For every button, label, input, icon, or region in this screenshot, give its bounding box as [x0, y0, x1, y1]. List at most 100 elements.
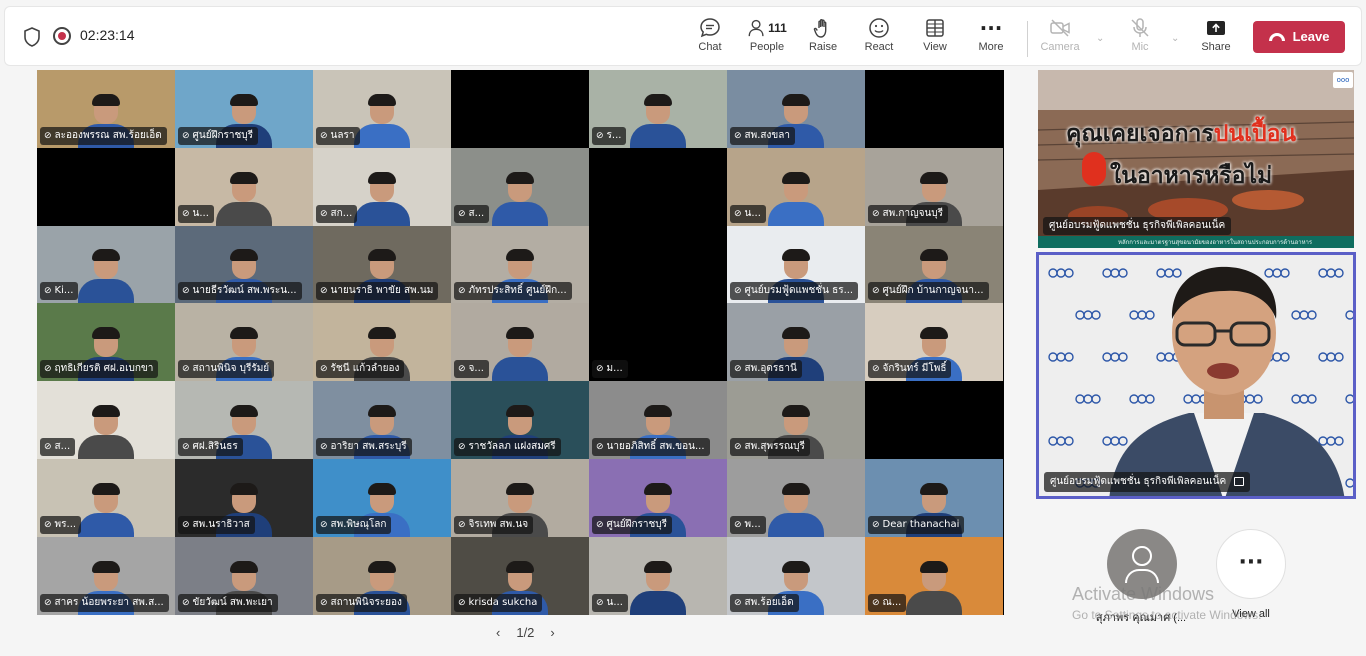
prev-page-button[interactable]: ‹	[496, 625, 500, 640]
active-speaker-video[interactable]: ศูนย์อบรมฟู้ดแพชชั่น ธุรกิจพีเพิลคอนเน็ค	[1036, 252, 1356, 499]
participant-figure	[766, 171, 826, 226]
mic-button[interactable]: Mic	[1113, 15, 1167, 61]
raise-hand-button[interactable]: Raise	[796, 15, 850, 61]
participant-tile[interactable]	[865, 381, 1003, 459]
participant-tile[interactable]: ⊘ นายอภิสิทธิ์ สพ.ขอน...	[589, 381, 727, 459]
grid-view-icon	[908, 15, 962, 41]
mic-muted-icon: ⊘	[596, 130, 604, 141]
participant-name: สพ.สุพรรณบุรี	[744, 440, 805, 452]
more-label: More	[978, 41, 1004, 53]
participant-tile[interactable]: ⊘ ศูนย์บรมฟู้ดแพชชั่น ธร...	[727, 225, 865, 304]
shield-icon[interactable]	[23, 27, 41, 47]
participant-name: ส...	[54, 440, 71, 452]
participant-name: ฤทธิเกียรติ ศฝ.อเบกขา	[54, 363, 154, 375]
participant-name-tag: ⊘ อาริยา สพ.สระบุรี	[316, 437, 412, 456]
mic-muted-icon: ⊘	[44, 130, 52, 141]
mic-muted-icon: ⊘	[320, 130, 328, 141]
participant-name-tag: ⊘ พ...	[730, 515, 766, 534]
participant-name-tag: ⊘ จักรินทร์ มีโพธิ์	[868, 360, 952, 379]
participant-tile[interactable]	[589, 225, 727, 304]
participant-tile[interactable]: ⊘ สถานพินิจระยอง	[313, 536, 451, 615]
leave-button[interactable]: Leave	[1253, 21, 1345, 53]
participant-tile[interactable]: ⊘ สพ.พิษณุโลก	[313, 458, 451, 537]
participant-tile[interactable]: ⊘ น...	[727, 147, 865, 226]
participant-tile[interactable]: ⊘ ละอองพรรณ สพ.ร้อยเอ็ด	[37, 70, 175, 148]
participant-tile[interactable]: ⊘ พ...	[727, 458, 865, 537]
participant-tile[interactable]: ⊘ สพ.อุดรธานี	[727, 303, 865, 382]
share-label: Share	[1201, 41, 1231, 53]
participant-name-tag: ⊘ น...	[592, 593, 628, 612]
page-indicator: 1/2	[516, 625, 535, 640]
participant-name: สพ.อุดรธานี	[744, 363, 797, 375]
participant-tile[interactable]: ⊘ สพ.สุพรรณบุรี	[727, 381, 865, 459]
participant-tile[interactable]: ⊘ พร...	[37, 458, 175, 537]
raise-hand-icon	[796, 15, 850, 41]
participant-tile[interactable]: ⊘ จักรินทร์ มีโพธิ์	[865, 303, 1003, 382]
participant-tile[interactable]: ⊘ ราชวัลลภ แฝงสมศรี	[451, 381, 589, 459]
people-count: 111	[768, 21, 787, 35]
participant-tile[interactable]: ⊘ สพ.สงขลา	[727, 70, 865, 148]
participant-tile[interactable]: ⊘ สพ.ร้อยเอ็ด	[727, 536, 865, 615]
participant-name: สพ.ร้อยเอ็ด	[744, 596, 794, 608]
participant-tile[interactable]	[589, 147, 727, 226]
participant-tile[interactable]: ⊘ ส...	[451, 147, 589, 226]
participant-tile[interactable]: ⊘ ร...	[589, 70, 727, 148]
mic-muted-icon: ⊘	[458, 519, 466, 530]
participant-tile[interactable]: ⊘ สพ.นราธิวาส	[175, 458, 313, 537]
slide-footer-text: หลักการและมาตรฐานสุขอนามัยของอาหารในสถาน…	[1118, 239, 1313, 246]
participant-tile[interactable]: ⊘ จิรเทพ สพ.นจ	[451, 458, 589, 537]
participant-tile[interactable]: ⊘ อาริยา สพ.สระบุรี	[313, 381, 451, 459]
participant-tile[interactable]: ⊘ ภัทรประสิทธิ์ ศูนย์ฝึก...	[451, 225, 589, 304]
participant-tile[interactable]: ⊘ ส...	[37, 381, 175, 459]
pin-icon	[1234, 476, 1245, 486]
participant-tile[interactable]: ⊘ ศูนย์ฝึกราชบุรี	[175, 70, 313, 148]
people-icon: 111	[737, 15, 797, 41]
content-share-video[interactable]: ooo คุณเคยเจอการปนเปื้อน ในอาหารหรือไม่ …	[1038, 70, 1354, 248]
participant-tile[interactable]	[37, 147, 175, 226]
participant-tile[interactable]: ⊘ สพ.กาญจนบุรี	[865, 147, 1003, 226]
participant-tile[interactable]: ⊘ สาคร น้อยพระยา สพ.ส...	[37, 536, 175, 615]
participant-tile[interactable]: ⊘ Ki...	[37, 225, 175, 304]
participant-figure	[628, 560, 688, 615]
participant-tile[interactable]: ⊘ ขัยวัฒน์ สพ.พะเยา	[175, 536, 313, 615]
participant-tile[interactable]: ⊘ นายธีรวัฒน์ สพ.พระน...	[175, 225, 313, 304]
camera-options-chevron-icon[interactable]: ⌄	[1096, 33, 1104, 44]
participant-tile[interactable]: ⊘ น...	[175, 147, 313, 226]
next-page-button[interactable]: ›	[550, 625, 554, 640]
participant-tile[interactable]: ⊘ น...	[589, 536, 727, 615]
participant-tile[interactable]: ⊘ ณ...	[865, 536, 1003, 615]
participant-tile[interactable]: ⊘ ม...	[589, 303, 727, 382]
participant-tile[interactable]: ⊘ Dear thanachai	[865, 458, 1003, 537]
view-button[interactable]: View	[908, 15, 962, 61]
participant-tile[interactable]: ⊘ ศูนย์ฝึกราชบุรี	[589, 458, 727, 537]
participant-tile[interactable]: ⊘ สก...	[313, 147, 451, 226]
share-button[interactable]: Share	[1189, 15, 1243, 61]
chat-button[interactable]: Chat	[683, 15, 737, 61]
react-button[interactable]: React	[852, 15, 906, 61]
mic-options-chevron-icon[interactable]: ⌄	[1171, 33, 1179, 44]
slide-headline-highlight: ปนเปื้อน	[1213, 121, 1297, 147]
participant-tile[interactable]: ⊘ สถานพินิจ บุรีรัมย์	[175, 303, 313, 382]
participant-tile[interactable]: ⊘ krisda sukcha	[451, 536, 589, 615]
participant-tile[interactable]: ⊘ รัชนี แก้วลำยอง	[313, 303, 451, 382]
participant-tile[interactable]: ⊘ จ...	[451, 303, 589, 382]
participant-tile[interactable]	[865, 70, 1003, 148]
participant-tile[interactable]	[451, 70, 589, 148]
recording-icon[interactable]	[53, 27, 71, 45]
participant-name-tag: ⊘ นลรา	[316, 126, 360, 145]
participant-name-tag: ⊘ ละอองพรรณ สพ.ร้อยเอ็ด	[40, 126, 167, 145]
participant-tile[interactable]: ⊘ ฤทธิเกียรติ ศฝ.อเบกขา	[37, 303, 175, 382]
mic-muted-icon: ⊘	[872, 208, 880, 219]
participant-video	[865, 70, 1003, 148]
camera-button[interactable]: Camera	[1033, 15, 1087, 61]
participant-tile[interactable]: ⊘ ศฝ.สิรินธร	[175, 381, 313, 459]
participant-tile[interactable]: ⊘ นลรา	[313, 70, 451, 148]
participant-name: นายนราธิ พาขัย สพ.นม	[330, 285, 434, 297]
participant-tile[interactable]: ⊘ นายนราธิ พาขัย สพ.นม	[313, 225, 451, 304]
people-button[interactable]: 111 People	[737, 15, 797, 61]
participant-tile[interactable]: ⊘ ศูนย์ฝึก บ้านกาญจนา...	[865, 225, 1003, 304]
more-actions-button[interactable]: ··· More	[964, 15, 1018, 61]
participant-name: ขัยวัฒน์ สพ.พะเยา	[192, 596, 273, 608]
participant-name: ศูนย์บรมฟู้ดแพชชั่น ธร...	[744, 285, 854, 297]
participant-name: นลรา	[330, 129, 355, 141]
